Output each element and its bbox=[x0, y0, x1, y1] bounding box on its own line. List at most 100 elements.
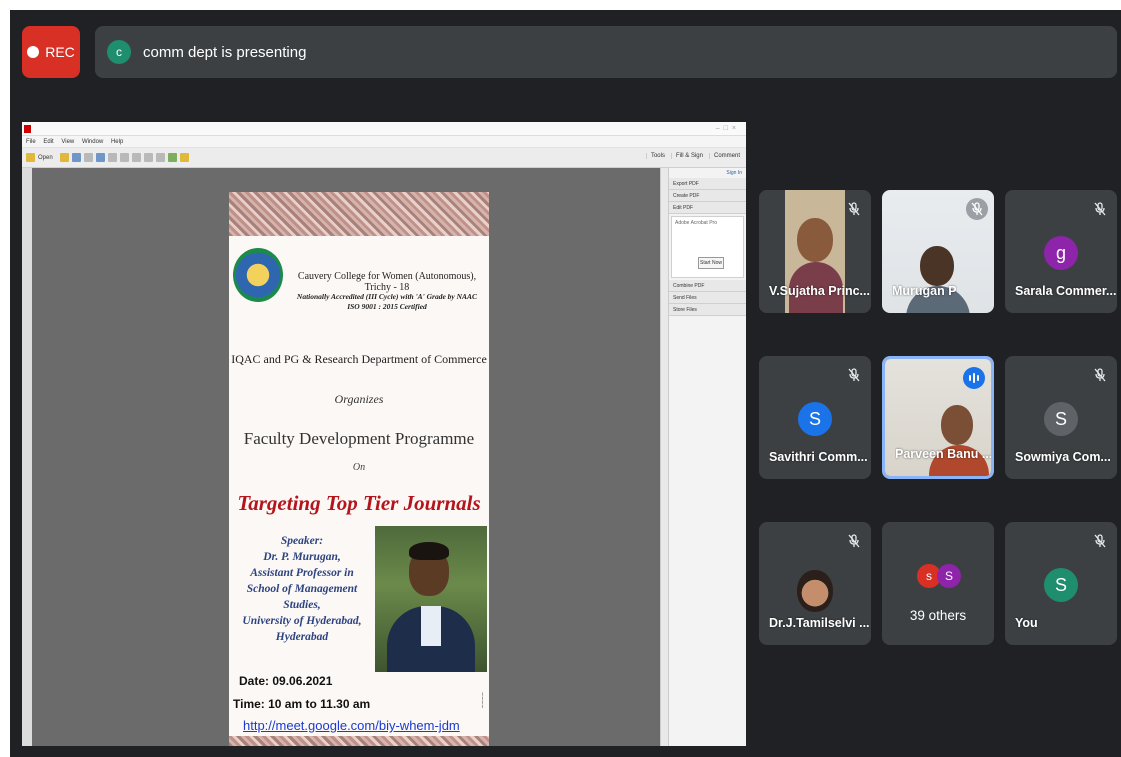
mic-off-icon bbox=[843, 198, 865, 220]
pdf-menubar: File Edit View Window Help bbox=[22, 136, 746, 148]
speaking-indicator-icon bbox=[963, 367, 985, 389]
poster-meet-link[interactable]: http://meet.google.com/biy-whem-jdm bbox=[243, 718, 460, 733]
save-icon bbox=[71, 153, 81, 162]
pdf-scrollbar bbox=[660, 168, 668, 746]
participant-photo-avatar bbox=[797, 570, 833, 612]
others-count: 39 others bbox=[909, 608, 967, 623]
fill-sign-tab: Fill & Sign bbox=[670, 153, 703, 159]
speaker-line: Hyderabad bbox=[275, 631, 329, 643]
participant-tile[interactable]: S Savithri Comm... bbox=[759, 356, 871, 479]
participant-name: Parveen Banu ... bbox=[895, 447, 993, 461]
tools-tab: Tools bbox=[645, 153, 665, 159]
speaker-shirt bbox=[421, 606, 441, 646]
menu-view: View bbox=[61, 139, 75, 145]
mic-off-icon bbox=[966, 198, 988, 220]
speaker-photo bbox=[375, 526, 487, 672]
poster-accreditation: Nationally Accredited (III Cycle) with '… bbox=[289, 292, 485, 312]
pdf-toolbar: Open Tools Fill & Sign Comment bbox=[22, 148, 746, 168]
others-avatar: S bbox=[937, 564, 961, 588]
participant-name: You bbox=[1015, 616, 1038, 630]
poster-date: Date: 09.06.2021 bbox=[239, 674, 333, 688]
participant-name: V.Sujatha Princ... bbox=[769, 284, 870, 298]
print-icon bbox=[83, 153, 93, 162]
page-nav-icon bbox=[107, 153, 117, 162]
toolbar-right-tools: Tools Fill & Sign Comment bbox=[645, 153, 740, 159]
participant-avatar: S bbox=[798, 402, 832, 436]
poster-page: Cauvery College for Women (Autonomous), … bbox=[229, 192, 489, 746]
zoom-in-icon bbox=[131, 153, 141, 162]
participant-name: Sarala Commer... bbox=[1015, 284, 1117, 298]
menu-file: File bbox=[26, 139, 36, 145]
mic-off-icon bbox=[843, 364, 865, 386]
poster-top-border bbox=[229, 192, 489, 236]
pane-combine-pdf: Combine PDF bbox=[669, 280, 746, 292]
comment-tab: Comment bbox=[708, 153, 740, 159]
signature-icon: ~~~~ bbox=[478, 692, 485, 709]
speaker-hair bbox=[409, 542, 449, 560]
pane-create-pdf: Create PDF bbox=[669, 190, 746, 202]
accreditation-line-1: Nationally Accredited (III Cycle) with '… bbox=[296, 292, 478, 301]
pdf-left-rail bbox=[22, 168, 32, 746]
pane-promo-box: Adobe Acrobat Pro Start Now bbox=[671, 216, 744, 278]
participant-tile[interactable]: g Sarala Commer... bbox=[1005, 190, 1117, 313]
participant-avatar: S bbox=[1044, 568, 1078, 602]
menu-window: Window bbox=[81, 139, 104, 145]
poster-department: IQAC and PG & Research Department of Com… bbox=[231, 352, 487, 366]
participant-name: Murugan P bbox=[892, 284, 957, 298]
recording-label: REC bbox=[45, 44, 75, 60]
presenter-bar: c comm dept is presenting bbox=[95, 26, 1117, 78]
accreditation-line-2: ISO 9001 : 2015 Certified bbox=[347, 302, 427, 311]
pdf-app-icon bbox=[24, 125, 31, 133]
participant-name: Savithri Comm... bbox=[769, 450, 868, 464]
participant-tile[interactable]: Murugan P bbox=[882, 190, 994, 313]
pane-store-files: Store Files bbox=[669, 304, 746, 316]
poster-organises: Organizes bbox=[334, 392, 384, 406]
meet-window: REC c comm dept is presenting –□× File E… bbox=[10, 10, 1121, 757]
open-label: Open bbox=[38, 154, 53, 161]
college-seal-logo bbox=[233, 248, 283, 302]
speaker-line: University of Hyderabad, bbox=[242, 615, 362, 627]
mic-off-icon bbox=[1089, 198, 1111, 220]
pane-edit-pdf: Edit PDF bbox=[669, 202, 746, 214]
pdf-window-title: –□× bbox=[22, 122, 746, 136]
pane-send-files: Send Files bbox=[669, 292, 746, 304]
poster-speaker: Speaker: Dr. P. Murugan, Assistant Profe… bbox=[229, 533, 375, 645]
recording-indicator: REC bbox=[22, 26, 80, 78]
speaker-line: Dr. P. Murugan, bbox=[263, 551, 341, 563]
pane-box-title: Adobe Acrobat Pro bbox=[675, 220, 717, 226]
participant-tile[interactable]: S Sowmiya Com... bbox=[1005, 356, 1117, 479]
record-dot-icon bbox=[27, 46, 40, 58]
participant-name: Dr.J.Tamilselvi ... bbox=[769, 616, 870, 630]
participant-avatar: S bbox=[1044, 402, 1078, 436]
zoom-out-icon bbox=[119, 153, 129, 162]
folder-icon bbox=[26, 153, 35, 162]
poster-time: Time: 10 am to 11.30 am bbox=[233, 697, 371, 711]
speaker-line: School of Management Studies, bbox=[246, 583, 358, 611]
poster-on: On bbox=[352, 462, 366, 473]
mic-off-icon bbox=[1089, 364, 1111, 386]
participant-tile[interactable]: Dr.J.Tamilselvi ... bbox=[759, 522, 871, 645]
pane-export-pdf: Export PDF bbox=[669, 178, 746, 190]
start-now-button: Start Now bbox=[698, 257, 724, 269]
participant-tile[interactable]: V.Sujatha Princ... bbox=[759, 190, 871, 313]
presenter-avatar: c bbox=[107, 40, 131, 64]
menu-help: Help bbox=[110, 139, 124, 145]
shared-screen: –□× File Edit View Window Help Open Tool… bbox=[22, 122, 746, 746]
zoom-select-icon bbox=[143, 153, 153, 162]
participant-avatar: g bbox=[1044, 236, 1078, 270]
menu-edit: Edit bbox=[43, 139, 54, 145]
speaker-line: Assistant Professor in bbox=[250, 567, 354, 579]
poster-headline: Targeting Top Tier Journals bbox=[237, 491, 481, 515]
participant-tile-speaking[interactable]: Parveen Banu ... bbox=[882, 356, 994, 479]
mic-off-icon bbox=[1089, 530, 1111, 552]
poster-bottom-border bbox=[229, 736, 489, 746]
window-controls-icon: –□× bbox=[715, 125, 740, 132]
poster-programme: Faculty Development Programme bbox=[243, 429, 475, 448]
pdf-tools-pane: Sign In Export PDF Create PDF Edit PDF A… bbox=[668, 168, 746, 746]
presenter-text: comm dept is presenting bbox=[143, 43, 307, 61]
person-head bbox=[797, 218, 833, 262]
poster-college-name: Cauvery College for Women (Autonomous), … bbox=[297, 271, 477, 293]
others-tile[interactable]: s S 39 others bbox=[882, 522, 994, 645]
mail-icon bbox=[95, 153, 105, 162]
self-tile[interactable]: S You bbox=[1005, 522, 1117, 645]
